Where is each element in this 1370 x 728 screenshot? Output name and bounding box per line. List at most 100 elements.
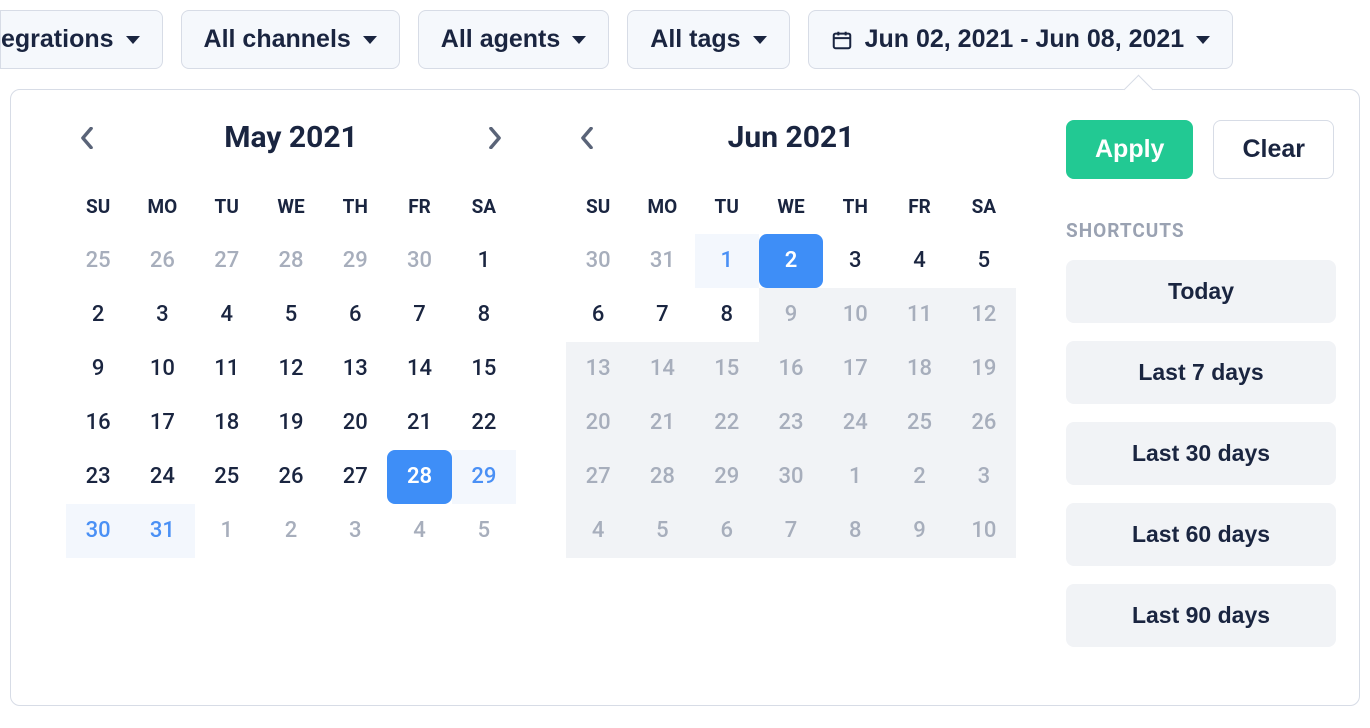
calendar-day[interactable]: 2	[759, 234, 823, 288]
calendar-day[interactable]: 8	[695, 288, 759, 342]
calendar-day[interactable]: 21	[387, 396, 451, 450]
calendar-day[interactable]: 25	[66, 234, 130, 288]
channels-filter[interactable]: All channels	[181, 10, 400, 69]
calendar-day: 23	[759, 396, 823, 450]
calendar-day: 22	[695, 396, 759, 450]
calendar-day[interactable]: 24	[130, 450, 194, 504]
calendar-day[interactable]: 23	[66, 450, 130, 504]
apply-button[interactable]: Apply	[1066, 120, 1193, 179]
shortcut-button[interactable]: Last 7 days	[1066, 341, 1336, 404]
calendar-day[interactable]: 28	[259, 234, 323, 288]
calendar-day: 8	[823, 504, 887, 558]
calendar-day[interactable]: 7	[387, 288, 451, 342]
calendar-day: 1	[823, 450, 887, 504]
dow-label: TU	[195, 185, 259, 234]
date-range-filter[interactable]: Jun 02, 2021 - Jun 08, 2021	[808, 10, 1234, 69]
calendar-day[interactable]: 25	[195, 450, 259, 504]
calendar-day: 29	[695, 450, 759, 504]
calendar-day[interactable]: 30	[387, 234, 451, 288]
calendar-day[interactable]: 6	[566, 288, 630, 342]
date-picker-panel: May 2021 SUMOTUWETHFRSA 2526272829301234…	[10, 89, 1360, 706]
calendar-day[interactable]: 1	[452, 234, 516, 288]
next-month-left-button[interactable]	[480, 123, 510, 153]
calendar-day[interactable]: 2	[259, 504, 323, 558]
calendar-day[interactable]: 31	[130, 504, 194, 558]
calendar-day[interactable]: 5	[452, 504, 516, 558]
chevron-down-icon	[572, 36, 586, 44]
calendar-day: 11	[887, 288, 951, 342]
integrations-filter[interactable]: egrations	[0, 10, 163, 69]
calendar-day[interactable]: 30	[66, 504, 130, 558]
calendar-day[interactable]: 3	[130, 288, 194, 342]
calendar-day: 12	[952, 288, 1016, 342]
shortcut-button[interactable]: Last 60 days	[1066, 503, 1336, 566]
calendar-day[interactable]: 7	[630, 288, 694, 342]
calendar-right-title: Jun 2021	[728, 120, 855, 155]
calendar-day[interactable]: 20	[323, 396, 387, 450]
calendar-day: 10	[823, 288, 887, 342]
calendar-day[interactable]: 13	[323, 342, 387, 396]
calendar-day[interactable]: 4	[387, 504, 451, 558]
shortcut-button[interactable]: Last 30 days	[1066, 422, 1336, 485]
calendar-day: 7	[759, 504, 823, 558]
prev-month-right-button[interactable]	[572, 123, 602, 153]
chevron-right-icon	[488, 127, 502, 149]
calendar-day[interactable]: 26	[130, 234, 194, 288]
calendar-left-header: May 2021	[66, 120, 516, 155]
dow-label: SA	[952, 185, 1016, 234]
integrations-label: egrations	[1, 25, 114, 54]
calendar-day: 5	[630, 504, 694, 558]
calendar-day[interactable]: 29	[452, 450, 516, 504]
dow-label: TH	[823, 185, 887, 234]
prev-month-button[interactable]	[72, 123, 102, 153]
calendar-day[interactable]: 3	[323, 504, 387, 558]
clear-button[interactable]: Clear	[1213, 120, 1334, 179]
calendar-day[interactable]: 30	[566, 234, 630, 288]
dow-label: FR	[887, 185, 951, 234]
calendar-day[interactable]: 1	[695, 234, 759, 288]
calendar-day[interactable]: 17	[130, 396, 194, 450]
calendar-day[interactable]: 29	[323, 234, 387, 288]
shortcut-button[interactable]: Today	[1066, 260, 1336, 323]
calendar-day[interactable]: 5	[259, 288, 323, 342]
calendar-day[interactable]: 1	[195, 504, 259, 558]
tags-label: All tags	[650, 25, 740, 54]
tags-filter[interactable]: All tags	[627, 10, 789, 69]
agents-filter[interactable]: All agents	[418, 10, 609, 69]
calendar-day[interactable]: 4	[195, 288, 259, 342]
calendar-day: 9	[887, 504, 951, 558]
calendar-day[interactable]: 11	[195, 342, 259, 396]
dow-label: TU	[695, 185, 759, 234]
calendar-day[interactable]: 22	[452, 396, 516, 450]
dow-label: WE	[259, 185, 323, 234]
chevron-left-icon	[580, 127, 594, 149]
calendar-day[interactable]: 18	[195, 396, 259, 450]
calendar-day[interactable]: 3	[823, 234, 887, 288]
calendar-day[interactable]: 27	[195, 234, 259, 288]
agents-label: All agents	[441, 25, 560, 54]
calendar-day[interactable]: 5	[952, 234, 1016, 288]
calendar-day: 15	[695, 342, 759, 396]
calendar-day[interactable]: 19	[259, 396, 323, 450]
calendar-day[interactable]: 12	[259, 342, 323, 396]
calendar-day[interactable]: 6	[323, 288, 387, 342]
calendar-day[interactable]: 31	[630, 234, 694, 288]
calendar-day: 26	[952, 396, 1016, 450]
shortcut-button[interactable]: Last 90 days	[1066, 584, 1336, 647]
calendar-day[interactable]: 8	[452, 288, 516, 342]
calendar-day[interactable]: 10	[130, 342, 194, 396]
calendar-day[interactable]: 16	[66, 396, 130, 450]
calendar-day[interactable]: 28	[387, 450, 451, 504]
calendar-day[interactable]: 27	[323, 450, 387, 504]
calendar-day: 30	[759, 450, 823, 504]
calendar-day: 3	[952, 450, 1016, 504]
calendar-day[interactable]: 14	[387, 342, 451, 396]
calendar-day[interactable]: 4	[887, 234, 951, 288]
calendar-day[interactable]: 2	[66, 288, 130, 342]
calendar-day[interactable]: 9	[66, 342, 130, 396]
dow-label: FR	[387, 185, 451, 234]
calendar-day[interactable]: 26	[259, 450, 323, 504]
channels-label: All channels	[204, 25, 351, 54]
calendar-day[interactable]: 15	[452, 342, 516, 396]
calendar-day: 25	[887, 396, 951, 450]
